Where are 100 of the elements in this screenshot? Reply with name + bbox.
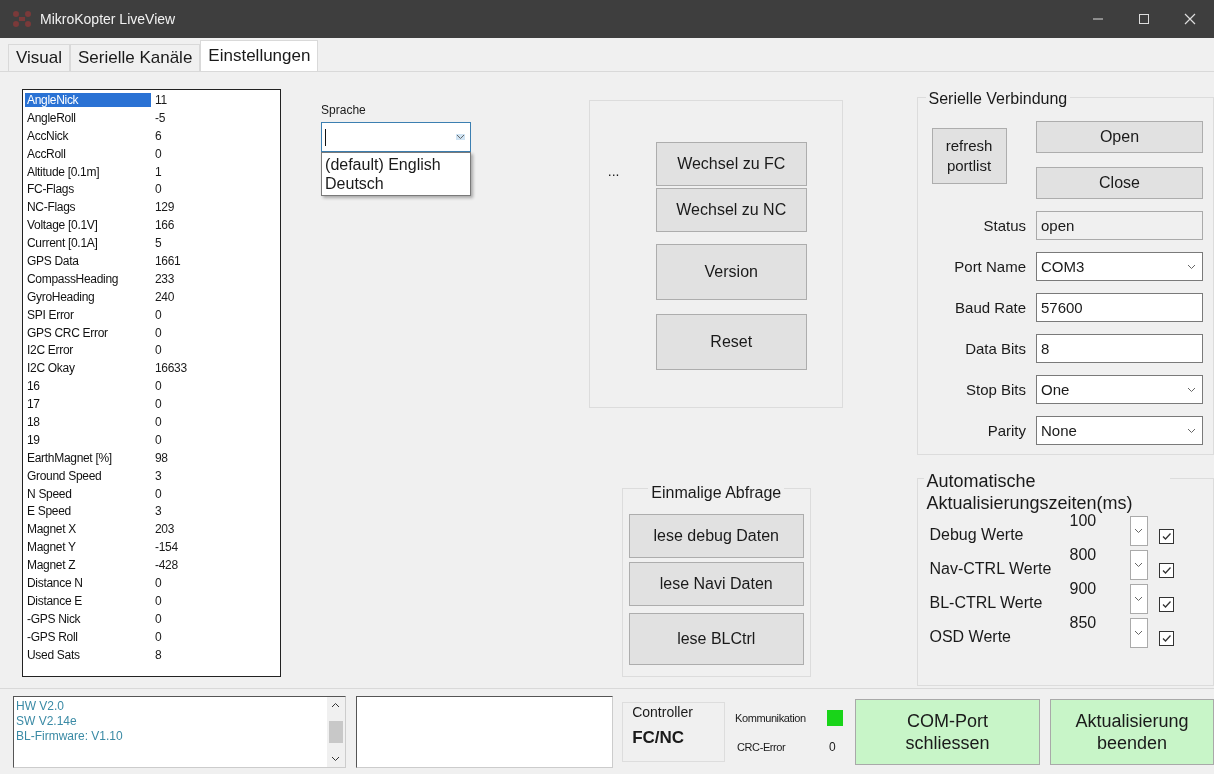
- group-title: Einmalige Abfrage: [648, 484, 785, 502]
- language-dropdown[interactable]: [321, 122, 471, 152]
- list-item-value: -428: [154, 558, 178, 573]
- list-item-value: 233: [154, 271, 175, 286]
- query-button[interactable]: lese BLCtrl: [628, 613, 804, 665]
- close-icon[interactable]: [1184, 13, 1196, 25]
- field-label: Stop Bits: [965, 381, 1026, 398]
- command-button[interactable]: Wechsel zu NC: [655, 188, 807, 232]
- setting-label: Debug Werte: [929, 526, 1025, 545]
- list-item-label[interactable]: Current [0.1A]: [25, 236, 151, 251]
- list-item-label[interactable]: Ground Speed: [25, 468, 151, 483]
- list-item-label[interactable]: AngleNick: [25, 92, 151, 107]
- list-item-label[interactable]: Magnet X: [25, 522, 151, 537]
- dropdown-field[interactable]: One: [1036, 375, 1203, 404]
- field-label: Status: [983, 217, 1026, 234]
- tab[interactable]: Serielle Kanäle: [70, 44, 201, 71]
- list-item-label[interactable]: 19: [25, 432, 151, 447]
- list-item-label[interactable]: E Speed: [25, 504, 151, 519]
- list-item-label[interactable]: GPS Data: [25, 253, 151, 268]
- close-button[interactable]: Close: [1036, 167, 1203, 199]
- text-field[interactable]: 57600: [1036, 293, 1203, 322]
- checkbox[interactable]: [1158, 562, 1174, 578]
- setting-label: Nav-CTRL Werte: [929, 560, 1053, 579]
- list-item-value: 3: [154, 504, 162, 519]
- checkbox[interactable]: [1158, 528, 1174, 544]
- checkbox[interactable]: [1158, 630, 1174, 646]
- checkbox[interactable]: [1158, 596, 1174, 612]
- list-item-label[interactable]: AccNick: [25, 128, 151, 143]
- command-button[interactable]: Version: [655, 244, 807, 300]
- caret-icon: [1187, 386, 1196, 393]
- command-button[interactable]: Reset: [655, 314, 807, 370]
- dropdown-field[interactable]: None: [1036, 416, 1203, 445]
- list-item-value: 0: [154, 486, 162, 501]
- list-item-label[interactable]: Distance N: [25, 576, 151, 590]
- list-item-value: 0: [154, 414, 162, 429]
- text-field[interactable]: 8: [1036, 334, 1203, 363]
- action-button[interactable]: COM-Port schliessen: [855, 698, 1040, 765]
- list-item-value: 3: [154, 468, 162, 483]
- list-item-value: 0: [154, 307, 162, 322]
- tab[interactable]: Visual: [8, 44, 70, 71]
- list-item-label[interactable]: Altitude [0.1m]: [25, 164, 151, 179]
- caret-icon: [1187, 427, 1196, 434]
- interval-value: 900: [1069, 580, 1098, 598]
- setting-label: BL-CTRL Werte: [929, 594, 1044, 613]
- list-item-label[interactable]: -GPS Roll: [25, 629, 151, 644]
- field-label: Parity: [987, 422, 1026, 439]
- maximize-icon[interactable]: [1138, 13, 1150, 25]
- group-title: Controller: [632, 703, 693, 720]
- list-item-label[interactable]: Distance E: [25, 593, 151, 608]
- debug-list[interactable]: [22, 89, 282, 677]
- list-item-label[interactable]: NC-Flags: [25, 200, 151, 215]
- field-label: Port Name: [954, 258, 1026, 275]
- command-button[interactable]: Wechsel zu FC: [655, 142, 807, 186]
- list-item-value: 0: [154, 146, 162, 161]
- list-item-value: 1: [154, 164, 162, 179]
- list-item-label[interactable]: I2C Okay: [25, 361, 151, 376]
- list-item-label[interactable]: Magnet Z: [25, 558, 151, 573]
- query-button[interactable]: lese debug Daten: [628, 514, 804, 558]
- list-item-value: 166: [154, 218, 175, 233]
- list-item-value: 0: [154, 629, 162, 644]
- list-item-value: 129: [154, 200, 175, 215]
- list-item-label[interactable]: 17: [25, 397, 151, 412]
- list-item-label[interactable]: FC-Flags: [25, 182, 151, 197]
- open-button[interactable]: Open: [1036, 121, 1203, 153]
- list-item-label[interactable]: GPS CRC Error: [25, 325, 151, 340]
- list-item-label[interactable]: Voltage [0.1V]: [25, 218, 151, 233]
- dropdown-option[interactable]: (default) English: [325, 155, 467, 174]
- list-item-label[interactable]: Used Sats: [25, 647, 151, 662]
- list-item-label[interactable]: CompassHeading: [25, 271, 151, 286]
- dropdown-option[interactable]: Deutsch: [325, 174, 467, 193]
- scrollbar[interactable]: [326, 696, 345, 767]
- list-item-label[interactable]: I2C Error: [25, 343, 151, 358]
- crc-error-count: 0: [829, 739, 836, 754]
- status-field: open: [1036, 211, 1203, 240]
- list-item-label[interactable]: 16: [25, 379, 151, 394]
- list-item-label[interactable]: SPI Error: [25, 307, 151, 322]
- list-item-label[interactable]: AccRoll: [25, 146, 151, 161]
- action-button[interactable]: Aktualisierung beenden: [1050, 698, 1214, 765]
- list-item-label[interactable]: GyroHeading: [25, 289, 151, 304]
- tab[interactable]: Einstellungen: [200, 40, 319, 71]
- language-label: Sprache: [321, 103, 366, 117]
- communication-label: Kommunikation: [735, 711, 807, 724]
- field-label: Baud Rate: [955, 299, 1026, 316]
- list-item-label[interactable]: 18: [25, 414, 151, 429]
- dropdown-field[interactable]: COM3: [1036, 252, 1203, 281]
- list-item-label[interactable]: Magnet Y: [25, 540, 151, 555]
- list-item-value: 0: [154, 397, 162, 412]
- scroll-down-icon[interactable]: [331, 755, 340, 762]
- scroll-up-icon[interactable]: [331, 701, 340, 708]
- list-item-value: -154: [154, 540, 178, 555]
- list-item-label[interactable]: -GPS Nick: [25, 611, 151, 626]
- list-item-label[interactable]: EarthMagnet [%]: [25, 450, 151, 465]
- refresh-portlist-button[interactable]: refresh portlist: [931, 128, 1007, 184]
- list-item-value: 0: [154, 325, 162, 340]
- query-button[interactable]: lese Navi Daten: [628, 562, 804, 606]
- list-item-value: 0: [154, 379, 162, 394]
- controller-value: FC/NC: [632, 727, 685, 748]
- checkmark-icon: [1160, 530, 1172, 542]
- list-item-label[interactable]: AngleRoll: [25, 110, 151, 125]
- list-item-label[interactable]: N Speed: [25, 486, 151, 501]
